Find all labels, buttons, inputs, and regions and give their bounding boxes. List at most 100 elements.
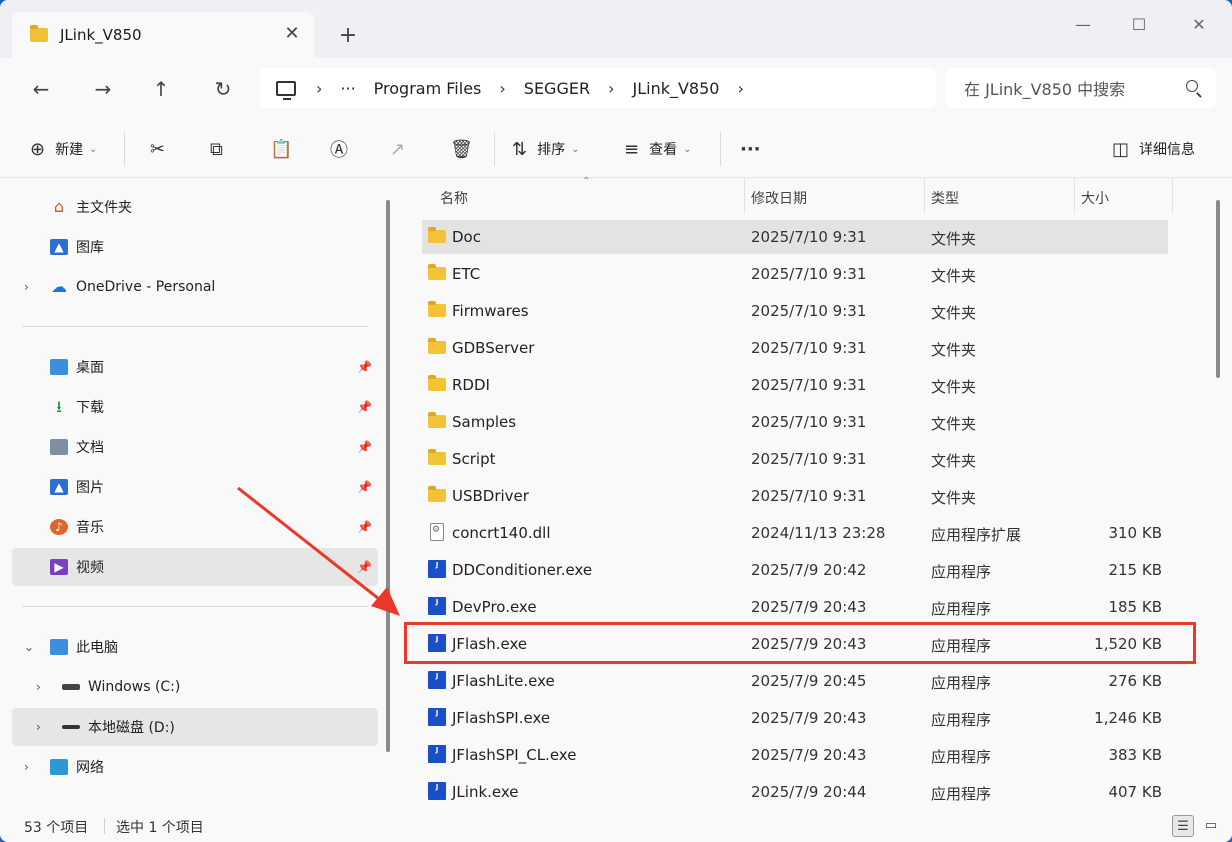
file-row[interactable]: GDBServer 2025/7/10 9:31 文件夹	[422, 331, 1168, 365]
sidebar-item-documents[interactable]: 文档 📌	[12, 428, 378, 466]
file-row[interactable]: Firmwares 2025/7/10 9:31 文件夹	[422, 294, 1168, 328]
file-row[interactable]: J DevPro.exe 2025/7/9 20:43 应用程序 185 KB	[422, 590, 1168, 624]
file-row[interactable]: RDDI 2025/7/10 9:31 文件夹	[422, 368, 1168, 402]
breadcrumb-more[interactable]: ···	[340, 79, 355, 98]
file-date: 2025/7/9 20:44	[751, 783, 867, 801]
sidebar-item-desktop[interactable]: 桌面 📌	[12, 348, 378, 386]
divider	[720, 132, 721, 166]
breadcrumb-segger[interactable]: SEGGER	[524, 79, 590, 98]
sidebar-item-this-pc[interactable]: ⌄ 此电脑	[12, 628, 378, 666]
more-options-button[interactable]: ···	[740, 136, 761, 162]
sidebar-item-onedrive[interactable]: › ☁ OneDrive - Personal	[12, 268, 378, 306]
file-date: 2025/7/9 20:43	[751, 746, 867, 764]
search-input[interactable]: 在 JLink_V850 中搜索	[946, 68, 1216, 108]
file-type: 文件夹	[931, 452, 977, 470]
file-row[interactable]: J JFlashSPI.exe 2025/7/9 20:43 应用程序 1,246 KB	[422, 701, 1168, 735]
chevron-right-icon[interactable]: ›	[24, 280, 29, 294]
file-row[interactable]: Doc 2025/7/10 9:31 文件夹	[422, 220, 1168, 254]
refresh-button[interactable]: ↻	[208, 74, 238, 104]
breadcrumb-separator[interactable]: ›	[316, 79, 322, 98]
column-name[interactable]: 名称	[440, 188, 468, 208]
sidebar-scrollbar[interactable]	[386, 200, 390, 752]
chevron-right-icon[interactable]: ›	[36, 680, 41, 694]
new-tab-button[interactable]: +	[336, 24, 360, 48]
new-button[interactable]: ⊕ 新建 ⌄	[30, 136, 97, 162]
chevron-down-icon[interactable]: ⌄	[24, 640, 34, 654]
tab-jlink[interactable]: JLink_V850 ✕	[12, 12, 314, 58]
sidebar-item-gallery[interactable]: ▲ 图库	[12, 228, 378, 266]
file-row[interactable]: concrt140.dll 2024/11/13 23:28 应用程序扩展 310 K…	[422, 516, 1168, 550]
view-button[interactable]: ≡ 查看 ⌄	[624, 136, 691, 162]
column-divider[interactable]	[1074, 178, 1075, 214]
maximize-button[interactable]: ☐	[1124, 10, 1154, 40]
file-row[interactable]: J JLink.exe 2025/7/9 20:44 应用程序 407 KB	[422, 775, 1168, 809]
chevron-right-icon[interactable]: ›	[36, 720, 41, 734]
file-list-scrollbar[interactable]	[1216, 200, 1220, 378]
sort-button[interactable]: ⇅ 排序 ⌄	[512, 136, 579, 162]
chevron-right-icon[interactable]: ›	[24, 760, 29, 774]
sidebar-item-label: 文档	[76, 440, 104, 456]
details-pane-button[interactable]: ◫ 详细信息	[1112, 136, 1195, 162]
column-divider[interactable]	[924, 178, 925, 214]
file-row[interactable]: J JFlashSPI_CL.exe 2025/7/9 20:43 应用程序 383 K…	[422, 738, 1168, 772]
pin-icon[interactable]: 📌	[357, 360, 372, 374]
breadcrumb-separator[interactable]: ›	[737, 79, 743, 98]
trash-icon: 🗑	[450, 138, 473, 160]
new-label: 新建	[55, 142, 84, 158]
pin-icon[interactable]: 📌	[357, 560, 372, 574]
details-view-button[interactable]: ☰	[1172, 815, 1194, 837]
cut-button[interactable]: ✂	[150, 136, 165, 162]
minimize-button[interactable]: —	[1068, 10, 1098, 40]
divider	[22, 326, 368, 327]
file-date: 2025/7/10 9:31	[751, 228, 867, 246]
column-date[interactable]: 修改日期	[751, 188, 807, 208]
sidebar-item-drive-c[interactable]: › Windows (C:)	[12, 668, 378, 706]
sidebar-item-home[interactable]: ⌂ 主文件夹	[12, 188, 378, 226]
file-row[interactable]: J JFlashLite.exe 2025/7/9 20:45 应用程序 276 KB	[422, 664, 1168, 698]
column-divider[interactable]	[1172, 178, 1173, 214]
tiles-view-button[interactable]: ▭	[1200, 815, 1222, 837]
file-date: 2025/7/10 9:31	[751, 413, 867, 431]
pin-icon[interactable]: 📌	[357, 520, 372, 534]
sidebar-item-downloads[interactable]: ⭳ 下载 📌	[12, 388, 378, 426]
breadcrumb-jlink[interactable]: JLink_V850	[632, 79, 719, 98]
pin-icon[interactable]: 📌	[357, 440, 372, 454]
sort-icon: ⇅	[512, 138, 528, 160]
forward-button[interactable]: →	[88, 74, 118, 104]
column-type[interactable]: 类型	[931, 188, 959, 208]
column-size[interactable]: 大小	[1081, 188, 1109, 208]
rename-button[interactable]: Ⓐ	[330, 136, 348, 162]
pin-icon[interactable]: 📌	[357, 400, 372, 414]
file-type: 应用程序	[931, 600, 992, 618]
back-button[interactable]: ←	[26, 74, 56, 104]
sidebar-item-pictures[interactable]: ▲ 图片 📌	[12, 468, 378, 506]
breadcrumb-separator[interactable]: ›	[608, 79, 614, 98]
delete-button[interactable]: 🗑	[450, 136, 473, 162]
sidebar-item-drive-d[interactable]: › 本地磁盘 (D:)	[12, 708, 378, 746]
file-row[interactable]: ETC 2025/7/10 9:31 文件夹	[422, 257, 1168, 291]
file-row[interactable]: Script 2025/7/10 9:31 文件夹	[422, 442, 1168, 476]
breadcrumb-separator[interactable]: ›	[499, 79, 505, 98]
sidebar-item-music[interactable]: ♪ 音乐 📌	[12, 508, 378, 546]
breadcrumb-program-files[interactable]: Program Files	[374, 79, 482, 98]
plus-circle-icon: ⊕	[30, 138, 46, 160]
copy-button[interactable]: ⧉	[210, 136, 223, 162]
pin-icon[interactable]: 📌	[357, 480, 372, 494]
address-bar[interactable]: › ··· Program Files › SEGGER › JLink_V85…	[260, 68, 936, 108]
tab-close-icon[interactable]: ✕	[282, 24, 302, 44]
sidebar-item-videos[interactable]: ▶ 视频 📌	[12, 548, 378, 586]
sidebar-item-network[interactable]: › 网络	[12, 748, 378, 786]
file-row[interactable]: J DDConditioner.exe 2025/7/9 20:42 应用程序 215 …	[422, 553, 1168, 587]
close-window-button[interactable]: ✕	[1184, 10, 1214, 40]
file-row[interactable]: Samples 2025/7/10 9:31 文件夹	[422, 405, 1168, 439]
sort-ascending-icon: ⌃	[582, 176, 591, 187]
paste-button[interactable]: 📋	[270, 136, 292, 162]
sidebar-item-label: 桌面	[76, 360, 104, 376]
file-row[interactable]: USBDriver 2025/7/10 9:31 文件夹	[422, 479, 1168, 513]
share-button[interactable]: ↗	[390, 136, 405, 162]
file-name: RDDI	[452, 376, 490, 394]
list-view-icon: ☰	[1177, 819, 1189, 834]
column-divider[interactable]	[744, 178, 745, 214]
up-button[interactable]: ↑	[146, 74, 176, 104]
file-type: 应用程序	[931, 785, 992, 803]
